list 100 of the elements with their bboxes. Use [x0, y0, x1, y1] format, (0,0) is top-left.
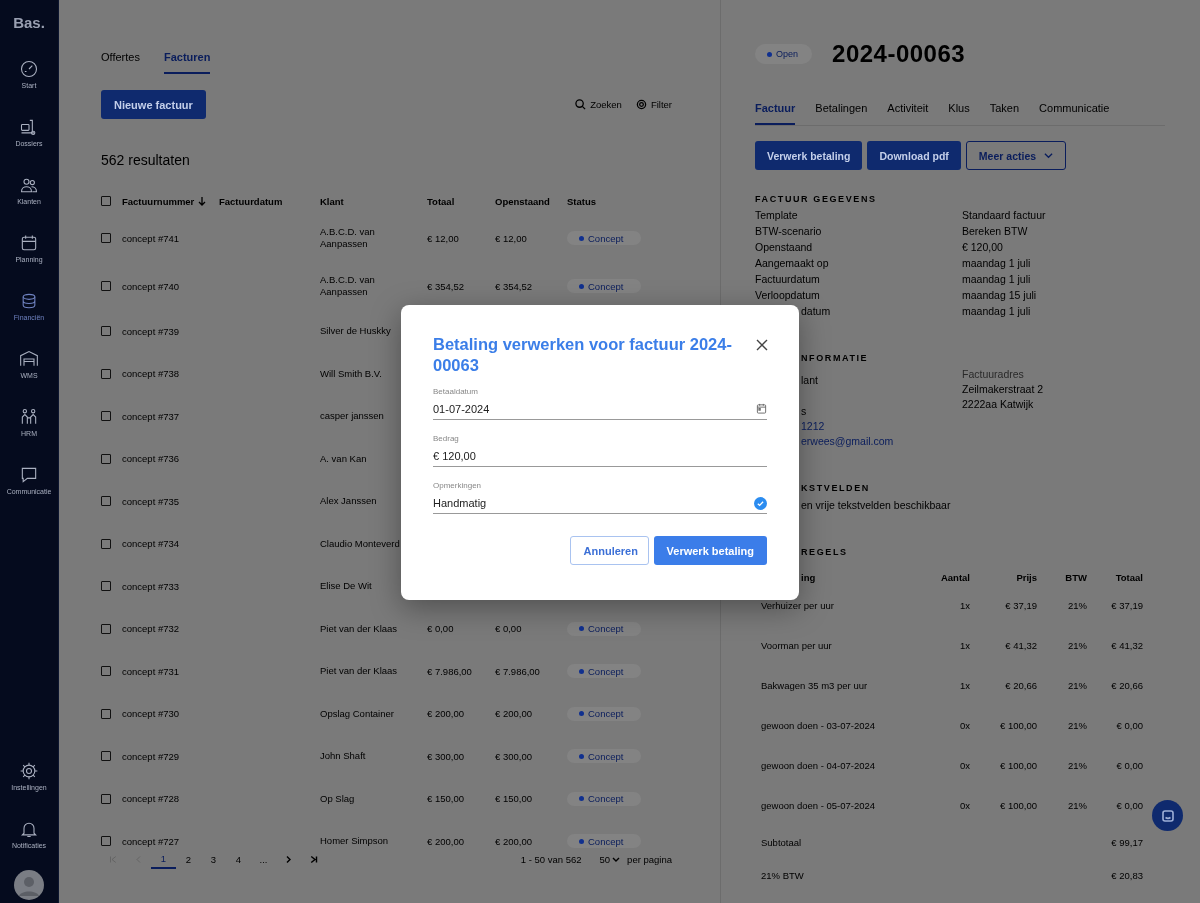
- invoice-title: 2024-00063: [832, 40, 966, 68]
- date-field[interactable]: 01-07-2024: [433, 398, 767, 420]
- column-header[interactable]: Klant: [320, 195, 427, 207]
- input-field[interactable]: € 120,00: [433, 445, 767, 467]
- column-header: Prijs: [1016, 571, 1037, 583]
- table-cell: € 37,19: [1005, 599, 1037, 611]
- submit-button[interactable]: Verwerk betaling: [653, 536, 767, 565]
- new-invoice-button[interactable]: Nieuwe factuur: [101, 90, 206, 119]
- column-header[interactable]: Factuurdatum: [219, 195, 320, 207]
- field-label: Template: [755, 209, 798, 221]
- table-cell: 1x: [959, 639, 970, 651]
- checkbox[interactable]: [101, 751, 111, 762]
- table-cell: Elise De Wit: [320, 580, 372, 593]
- page-button[interactable]: 2: [176, 849, 201, 869]
- table-cell: Silver de Huskky: [320, 325, 391, 338]
- filter-button[interactable]: Filter: [635, 99, 672, 110]
- page-button[interactable]: 1: [151, 849, 176, 869]
- chevron-down-icon: [1044, 151, 1054, 160]
- status-badge: Concept: [567, 791, 642, 806]
- table-cell: € 20,66: [1005, 679, 1037, 691]
- table-cell: € 7.986,00: [427, 665, 472, 677]
- column-header: Aantal: [940, 571, 970, 583]
- table-cell: € 150,00: [495, 793, 532, 805]
- table-cell-text: concept #741: [122, 232, 181, 244]
- checkbox[interactable]: [101, 793, 111, 804]
- table-cell: € 0,00: [1116, 759, 1143, 771]
- summary-value: € 20,83: [1111, 869, 1143, 881]
- tab[interactable]: Klus: [948, 92, 970, 125]
- page-button[interactable]: 3: [201, 849, 226, 869]
- checkbox[interactable]: [101, 623, 111, 634]
- checkbox[interactable]: [101, 196, 111, 206]
- dropdown-button[interactable]: Meer acties: [965, 141, 1067, 170]
- table-cell-text: concept #729: [122, 750, 181, 762]
- checkbox[interactable]: [101, 281, 111, 291]
- checkbox[interactable]: [101, 581, 111, 592]
- table-cell: € 100,00: [1000, 759, 1037, 771]
- tab[interactable]: Factuur: [755, 92, 796, 125]
- checkbox[interactable]: [101, 326, 111, 337]
- chat-button[interactable]: [1152, 800, 1183, 831]
- table-cell: 21%: [1068, 639, 1087, 651]
- column-header[interactable]: Totaal: [427, 195, 495, 207]
- tab[interactable]: Activiteit: [887, 92, 929, 125]
- table-cell: € 41,32: [1111, 639, 1143, 651]
- checkbox[interactable]: [101, 666, 111, 677]
- search-icon: [575, 99, 587, 110]
- checkbox[interactable]: [101, 836, 111, 847]
- field-label: Factuuradres: [962, 367, 1024, 382]
- table-cell: € 0,00: [1116, 719, 1143, 731]
- calendar-icon: [19, 233, 39, 253]
- table-cell: € 150,00: [427, 793, 464, 805]
- status-badge: Concept: [567, 231, 642, 245]
- status-badge: Concept: [567, 834, 642, 849]
- close-button[interactable]: [755, 338, 769, 352]
- column-header[interactable]: Openstaand: [495, 195, 567, 207]
- checkbox[interactable]: [101, 538, 111, 549]
- table-cell-text: A.B.C.D. van Aanpassen: [320, 274, 376, 298]
- status-badge: Open: [755, 44, 813, 64]
- table-cell: Piet van der Klaas: [320, 622, 398, 635]
- settings-icon: [19, 761, 39, 781]
- warehouse-icon: [19, 349, 39, 369]
- page-button[interactable]: 4: [226, 849, 251, 869]
- table-cell: gewoon doen - 03-07-2024: [761, 719, 876, 731]
- checkbox[interactable]: [101, 233, 111, 243]
- tab[interactable]: Facturen: [163, 50, 211, 74]
- table-cell-text: concept #733: [122, 580, 181, 592]
- action-button[interactable]: Verwerk betaling: [755, 141, 863, 170]
- table-cell: € 300,00: [495, 750, 532, 762]
- section-heading: FACTUUR GEGEVENS: [755, 194, 878, 204]
- checkbox[interactable]: [101, 368, 111, 379]
- per-page-label: per pagina: [627, 853, 672, 865]
- chevron-icon: [309, 854, 318, 864]
- cancel-button[interactable]: Annuleren: [569, 536, 649, 565]
- column-header[interactable]: Status: [567, 195, 672, 207]
- summary-label: 21% BTW: [761, 869, 804, 881]
- checkbox[interactable]: [101, 453, 111, 464]
- column-header[interactable]: Factuurnummer: [122, 195, 219, 207]
- table-cell-text: concept #728: [122, 793, 181, 805]
- table-cell: € 12,00: [427, 232, 459, 244]
- table-cell: 0x: [959, 799, 970, 811]
- checkbox[interactable]: [101, 496, 111, 507]
- tab[interactable]: Taken: [989, 92, 1020, 125]
- field-label: Verloopdatum: [755, 289, 820, 301]
- tab[interactable]: Betalingen: [815, 92, 868, 125]
- avatar[interactable]: [14, 870, 44, 900]
- search-button[interactable]: Zoeken: [575, 99, 622, 110]
- action-button[interactable]: Download pdf: [867, 141, 961, 170]
- tab[interactable]: Offertes: [101, 50, 140, 74]
- contact-link[interactable]: erwees@gmail.com: [801, 434, 894, 449]
- table-cell: € 0,00: [427, 623, 454, 635]
- tab[interactable]: Communicatie: [1039, 92, 1110, 125]
- table-cell: € 0,00: [1116, 799, 1143, 811]
- per-page-select[interactable]: 50: [599, 853, 621, 865]
- page-button[interactable]: ...: [251, 849, 276, 869]
- column-header: BTW: [1065, 571, 1087, 583]
- checkbox[interactable]: [101, 411, 111, 422]
- checkbox[interactable]: [101, 708, 111, 719]
- contact-link[interactable]: 1212: [801, 419, 825, 434]
- table-cell: Opslag Container: [320, 707, 394, 720]
- table-cell: gewoon doen - 04-07-2024: [761, 759, 876, 771]
- field-label: datum: [801, 305, 831, 317]
